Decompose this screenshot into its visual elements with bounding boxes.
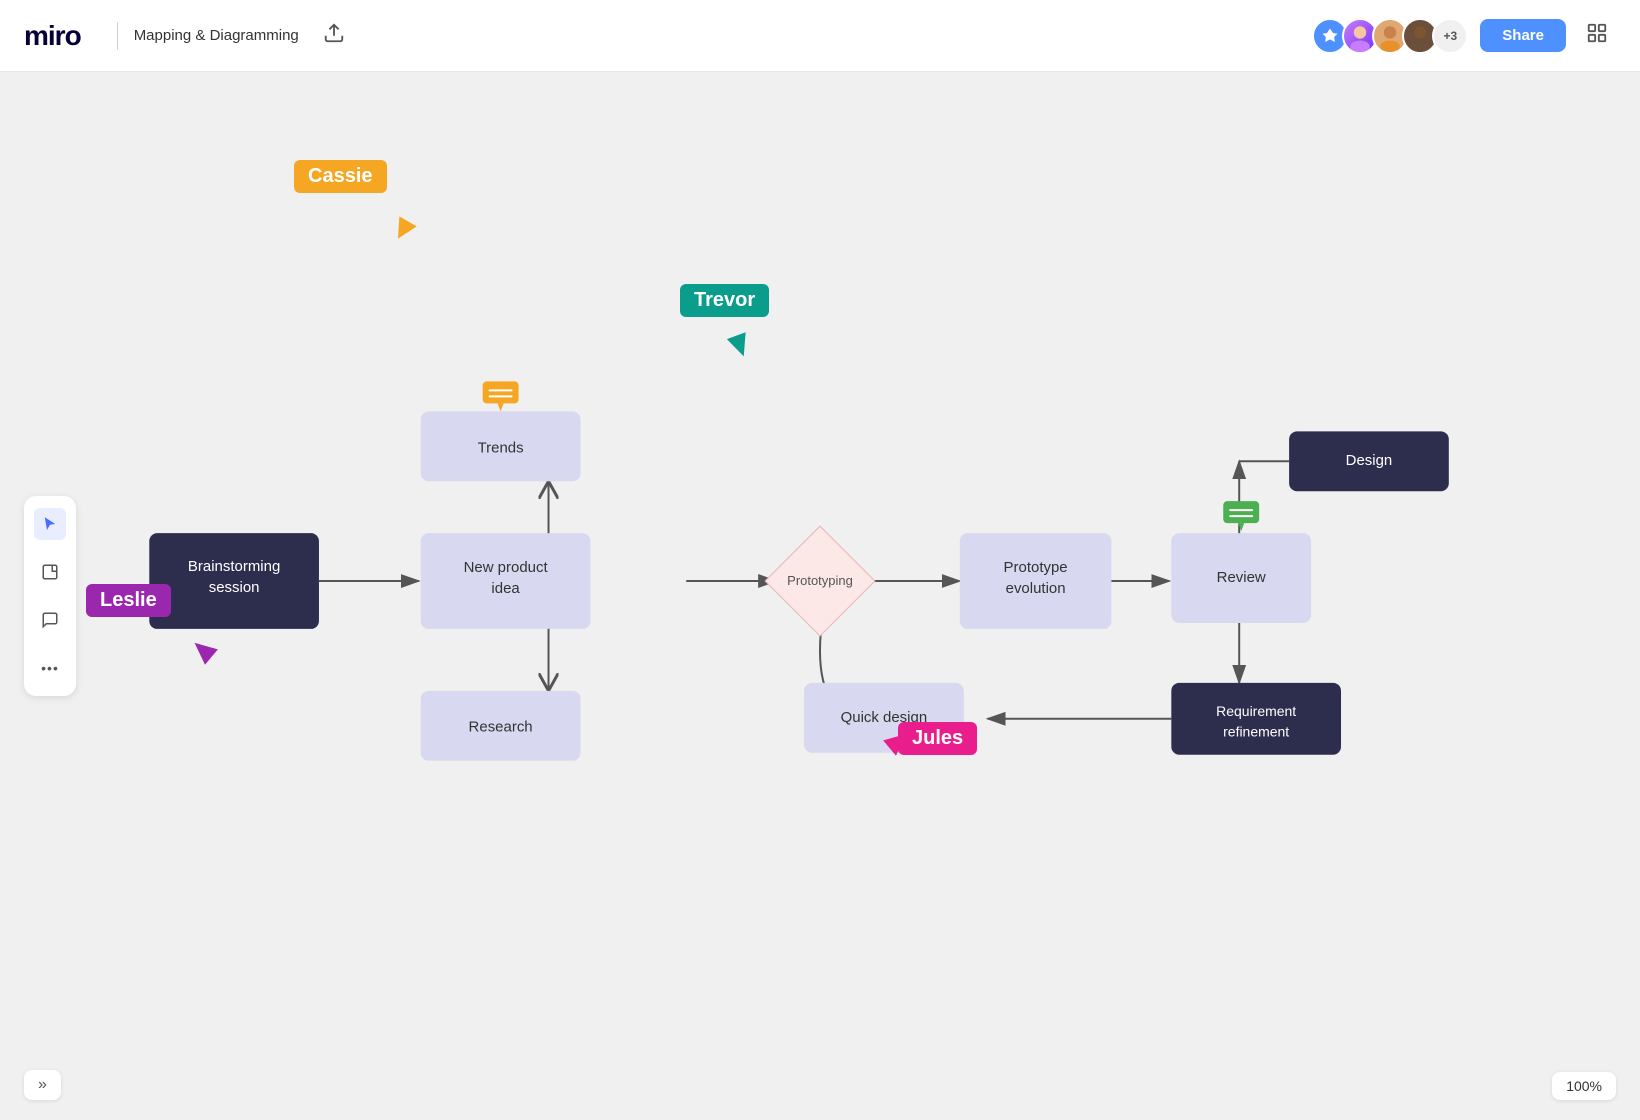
svg-text:Brainstorming: Brainstorming bbox=[188, 558, 280, 575]
svg-text:Research: Research bbox=[469, 719, 533, 736]
svg-text:Review: Review bbox=[1217, 569, 1266, 586]
svg-text:Prototyping: Prototyping bbox=[787, 573, 853, 588]
comment-tool[interactable] bbox=[34, 604, 66, 636]
svg-text:Prototype: Prototype bbox=[1004, 559, 1068, 576]
miro-logo: miro bbox=[24, 20, 81, 52]
svg-text:Design: Design bbox=[1346, 452, 1393, 469]
cursor-leslie: Leslie bbox=[86, 584, 171, 617]
svg-text:session: session bbox=[209, 579, 260, 596]
avatar-count: +3 bbox=[1432, 18, 1468, 54]
diagram-svg: Brainstorming session Trends New product… bbox=[0, 72, 1640, 1120]
select-tool[interactable] bbox=[34, 508, 66, 540]
svg-text:idea: idea bbox=[491, 580, 520, 597]
share-button[interactable]: Share bbox=[1480, 19, 1566, 52]
cursor-trevor: Trevor bbox=[680, 284, 769, 317]
sticky-note-tool[interactable] bbox=[34, 556, 66, 588]
header-divider bbox=[117, 22, 118, 50]
sidebar-tools: ••• bbox=[24, 496, 76, 696]
svg-text:Trends: Trends bbox=[478, 439, 524, 456]
svg-text:evolution: evolution bbox=[1006, 580, 1066, 597]
svg-text:refinement: refinement bbox=[1223, 724, 1289, 740]
upload-button[interactable] bbox=[315, 18, 353, 54]
avatar-group: +3 bbox=[1312, 18, 1468, 54]
menu-button[interactable] bbox=[1578, 18, 1616, 54]
more-tools[interactable]: ••• bbox=[34, 652, 66, 684]
header-right: +3 Share bbox=[1312, 18, 1616, 54]
expand-button[interactable]: » bbox=[24, 1070, 61, 1100]
canvas[interactable]: ••• bbox=[0, 72, 1640, 1120]
cursor-cassie: Cassie bbox=[294, 160, 387, 193]
board-title: Mapping & Diagramming bbox=[134, 27, 299, 44]
svg-text:New product: New product bbox=[464, 559, 549, 576]
header: miro Mapping & Diagramming bbox=[0, 0, 1640, 72]
zoom-indicator: 100% bbox=[1552, 1072, 1616, 1100]
svg-text:Requirement: Requirement bbox=[1216, 703, 1296, 719]
